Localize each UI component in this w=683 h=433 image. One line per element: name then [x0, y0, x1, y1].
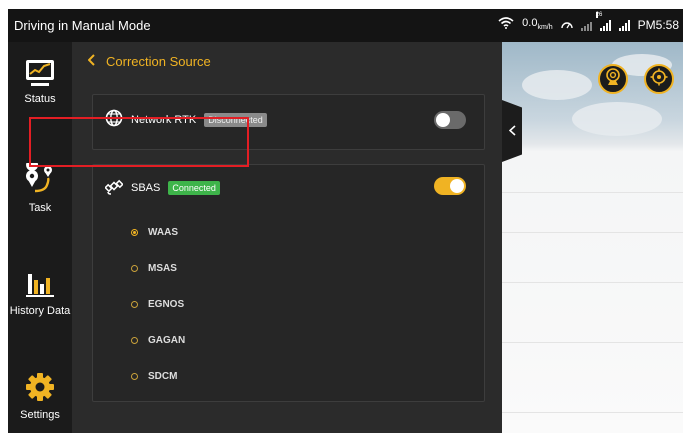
status-bar: Driving in Manual Mode 0.0km/h 26 PM5:58 [8, 9, 683, 42]
speed-value: 0.0 [522, 17, 538, 30]
sbas-option-gagan[interactable]: GAGAN [131, 335, 185, 346]
speedometer-icon [560, 18, 573, 32]
toggle-knob [436, 113, 450, 127]
gear-icon [23, 373, 57, 407]
radio-button [131, 301, 138, 308]
chevron-left-icon [87, 54, 96, 69]
mode-title: Driving in Manual Mode [14, 18, 151, 33]
sidebar-item-label: History Data [9, 305, 71, 317]
sidebar-item-label: Settings [20, 409, 60, 421]
highlight-box [29, 117, 249, 167]
cellular-signal-icon [580, 19, 592, 31]
radio-button [131, 373, 138, 380]
toggle-knob [450, 179, 464, 193]
task-route-icon [23, 159, 57, 200]
speed-unit: km/h [537, 24, 553, 32]
cloud [522, 70, 592, 100]
sidebar-item-settings[interactable]: Settings [8, 370, 72, 421]
radio-button [131, 229, 138, 236]
clock: PM5:58 [637, 17, 679, 32]
camera-button[interactable] [598, 64, 628, 94]
satellite-icon [104, 177, 124, 198]
webcam-icon [605, 67, 621, 91]
sidebar-item-label: Task [28, 202, 52, 214]
option-label: EGNOS [148, 299, 185, 310]
option-label: GAGAN [148, 335, 186, 346]
settings-panel: Correction Source Network RTK Disconnect… [72, 42, 502, 433]
sbas-option-sdcm[interactable]: SDCM [131, 371, 177, 382]
sbas-row: SBAS Connected [104, 177, 220, 198]
option-label: MSAS [148, 263, 177, 274]
sidebar-item-task[interactable]: Task [8, 159, 72, 214]
floor-grid-line [502, 192, 683, 193]
floor-grid-line [502, 282, 683, 283]
sbas-option-egnos[interactable]: EGNOS [131, 299, 184, 310]
sidebar-item-label: Status [24, 93, 56, 105]
floor-grid-line [502, 232, 683, 233]
network-rtk-toggle[interactable] [434, 111, 466, 129]
satellite-signal-icon: 26 [595, 11, 611, 31]
radio-button [131, 265, 138, 272]
sbas-toggle[interactable] [434, 177, 466, 195]
wifi-icon [498, 17, 514, 32]
option-label: WAAS [148, 227, 178, 238]
status-chart-icon [23, 60, 57, 91]
sbas-option-waas[interactable]: WAAS [131, 227, 178, 238]
sbas-option-msas[interactable]: MSAS [131, 263, 177, 274]
floor-grid-line [502, 342, 683, 343]
map-scene[interactable] [502, 42, 683, 433]
sbas-status-badge: Connected [168, 180, 220, 195]
satellite-count: 26 [595, 11, 603, 18]
floor-grid-line [502, 412, 683, 413]
locate-button[interactable] [644, 64, 674, 94]
cloud [572, 102, 662, 136]
collapse-panel-button[interactable] [502, 100, 522, 162]
sidebar-item-history-data[interactable]: History Data [8, 266, 72, 317]
bar-chart-icon [23, 274, 57, 303]
radio-button [131, 337, 138, 344]
page-title: Correction Source [106, 54, 211, 69]
sbas-label: SBAS [131, 181, 161, 194]
speed-readout: 0.0km/h [522, 17, 552, 31]
option-label: SDCM [148, 371, 178, 382]
back-button[interactable]: Correction Source [87, 54, 211, 69]
sidebar: Status Task History Data Settings [8, 42, 72, 433]
sbas-card: SBAS Connected WAAS MSAS EGNOS GAGAN SDC… [92, 164, 485, 402]
sidebar-item-status[interactable]: Status [8, 58, 72, 105]
chevron-left-icon [508, 123, 516, 139]
crosshair-icon [650, 68, 668, 91]
radio-signal-icon [618, 19, 630, 31]
